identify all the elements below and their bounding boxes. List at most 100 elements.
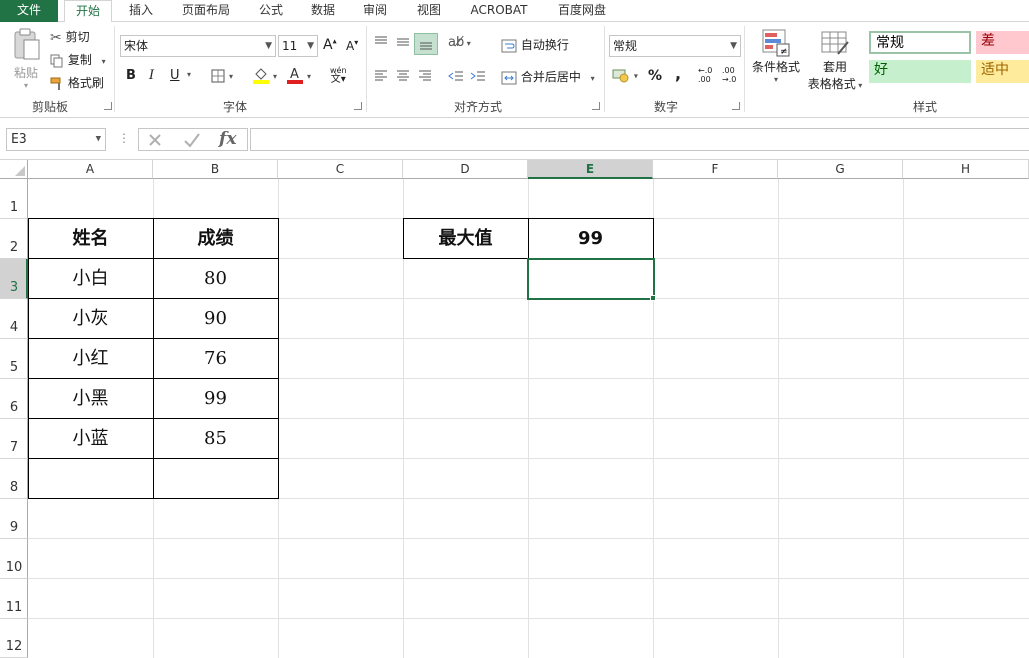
format-painter-label: 格式刷 <box>67 76 104 90</box>
wrap-text-button[interactable]: 自动换行 <box>501 36 569 53</box>
font-color-button[interactable]: A ▾ <box>287 66 311 84</box>
phonetic-button[interactable]: wén 文▾ <box>330 66 347 85</box>
accounting-format-button[interactable]: ▾ <box>612 67 638 83</box>
increase-indent-button[interactable] <box>470 68 486 83</box>
row-header-4[interactable]: 4 <box>0 299 28 339</box>
enter-check-icon[interactable] <box>183 132 201 148</box>
fill-color-button[interactable]: ▾ <box>253 66 277 84</box>
bold-button[interactable]: B <box>126 68 136 83</box>
font-size-select[interactable]: 11 ▼ <box>278 35 318 57</box>
percent-style-button[interactable]: % <box>648 68 662 84</box>
align-left-button[interactable] <box>373 68 389 83</box>
table-cell-name[interactable]: 小灰 <box>28 299 153 338</box>
align-center-button[interactable] <box>395 68 411 83</box>
borders-button[interactable]: ▾ <box>211 68 233 83</box>
font-launcher-icon[interactable] <box>354 102 362 110</box>
row-header-3[interactable]: 3 <box>0 259 28 299</box>
row-header-9[interactable]: 9 <box>0 499 28 539</box>
table-cell-score[interactable]: 76 <box>153 339 278 378</box>
active-cell-selection[interactable] <box>527 258 655 300</box>
tab-formulas[interactable]: 公式 <box>250 0 292 22</box>
column-header-f[interactable]: F <box>653 160 778 179</box>
paint-bucket-icon <box>253 68 269 84</box>
merge-center-button[interactable]: 合并后居中 ▾ <box>501 68 595 85</box>
tab-data[interactable]: 数据 <box>302 0 344 22</box>
underline-dropdown-icon[interactable]: ▾ <box>187 70 191 79</box>
row-header-6[interactable]: 6 <box>0 379 28 419</box>
tab-file[interactable]: 文件 <box>0 0 58 22</box>
style-normal[interactable]: 常规 <box>869 31 971 54</box>
table-cell-score[interactable]: 90 <box>153 299 278 338</box>
table-cell-score[interactable]: 80 <box>153 259 278 298</box>
row-header-5[interactable]: 5 <box>0 339 28 379</box>
align-top-button[interactable] <box>373 34 389 50</box>
insert-function-button[interactable]: fx <box>219 129 236 149</box>
select-all-corner[interactable] <box>0 160 28 179</box>
column-header-h[interactable]: H <box>903 160 1029 179</box>
row-header-11[interactable]: 11 <box>0 579 28 619</box>
clipboard-launcher-icon[interactable] <box>104 102 112 110</box>
decrease-font-size-button[interactable]: A▾ <box>346 38 358 53</box>
max-value-label-cell[interactable]: 最大值 <box>403 219 528 258</box>
orientation-button[interactable]: ab̸ ▾ <box>448 35 471 50</box>
formula-bar-options-icon[interactable]: ⋮ <box>118 131 130 145</box>
font-name-select[interactable]: 宋体 ▼ <box>120 35 276 57</box>
paste-button[interactable]: 粘贴 ▾ <box>8 28 44 92</box>
column-header-e[interactable]: E <box>528 160 653 179</box>
italic-button[interactable]: I <box>149 68 154 83</box>
row-header-8[interactable]: 8 <box>0 459 28 499</box>
tab-insert[interactable]: 插入 <box>118 0 164 22</box>
row-header-12[interactable]: 12 <box>0 619 28 658</box>
number-launcher-icon[interactable] <box>732 102 740 110</box>
tab-page-layout[interactable]: 页面布局 <box>172 0 240 22</box>
cancel-icon[interactable] <box>147 132 163 148</box>
spreadsheet-grid[interactable]: A B C D E F G H 1 2 3 4 5 6 7 8 9 10 11 … <box>0 160 1029 658</box>
comma-style-button[interactable]: , <box>675 64 681 83</box>
fill-handle[interactable] <box>650 295 656 301</box>
column-header-g[interactable]: G <box>778 160 903 179</box>
underline-button[interactable]: U <box>170 68 180 83</box>
number-format-select[interactable]: 常规 ▼ <box>609 35 741 57</box>
align-middle-button[interactable] <box>395 34 411 50</box>
conditional-formatting-button[interactable]: ≠ 条件格式 ▾ <box>749 28 803 84</box>
row-header-2[interactable]: 2 <box>0 219 28 259</box>
copy-button[interactable]: 复制 ▾ <box>50 51 106 68</box>
tab-baidu-netdisk[interactable]: 百度网盘 <box>548 0 616 22</box>
table-header-name[interactable]: 姓名 <box>28 219 153 258</box>
column-header-b[interactable]: B <box>153 160 278 179</box>
tab-home[interactable]: 开始 <box>64 0 112 23</box>
table-cell-name[interactable]: 小黑 <box>28 379 153 418</box>
tab-view[interactable]: 视图 <box>408 0 450 22</box>
column-header-d[interactable]: D <box>403 160 528 179</box>
name-box[interactable]: E3 ▼ <box>6 128 106 151</box>
table-cell-score[interactable]: 99 <box>153 379 278 418</box>
align-bottom-button[interactable] <box>414 33 438 55</box>
decrease-indent-button[interactable] <box>448 68 464 83</box>
cut-button[interactable]: ✂ 剪切 <box>50 28 90 46</box>
format-painter-button[interactable]: 格式刷 <box>50 74 104 91</box>
increase-font-size-button[interactable]: A▴ <box>323 36 337 53</box>
tab-review[interactable]: 审阅 <box>354 0 396 22</box>
align-right-button[interactable] <box>417 68 433 83</box>
style-neutral[interactable]: 适中 <box>976 60 1029 83</box>
border-icon <box>211 69 225 82</box>
table-cell-name[interactable]: 小红 <box>28 339 153 378</box>
formula-input[interactable] <box>250 128 1029 151</box>
table-header-score[interactable]: 成绩 <box>153 219 278 258</box>
column-header-a[interactable]: A <box>28 160 153 179</box>
column-header-c[interactable]: C <box>278 160 403 179</box>
table-cell-score[interactable]: 85 <box>153 419 278 458</box>
max-value-result-cell[interactable]: 99 <box>528 219 653 258</box>
table-cell-name[interactable]: 小白 <box>28 259 153 298</box>
tab-acrobat[interactable]: ACROBAT <box>462 0 536 22</box>
decrease-decimal-button[interactable]: .00 →.0 <box>722 66 736 84</box>
row-header-7[interactable]: 7 <box>0 419 28 459</box>
row-header-1[interactable]: 1 <box>0 179 28 219</box>
format-as-table-button[interactable]: 套用 表格格式 ▾ <box>804 28 866 92</box>
style-good[interactable]: 好 <box>869 60 971 83</box>
table-cell-name[interactable]: 小蓝 <box>28 419 153 458</box>
increase-decimal-button[interactable]: ←.0.00 <box>698 66 712 84</box>
alignment-launcher-icon[interactable] <box>592 102 600 110</box>
row-header-10[interactable]: 10 <box>0 539 28 579</box>
style-bad[interactable]: 差 <box>976 31 1029 54</box>
